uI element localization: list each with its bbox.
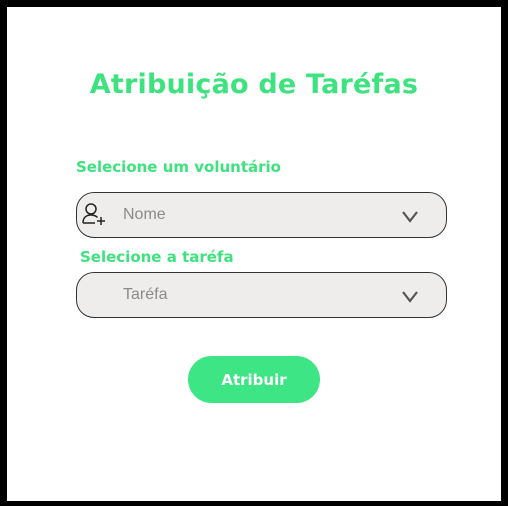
task-select-value: Taréfa (123, 286, 168, 303)
page-title: Atribuição de Taréfas (89, 69, 419, 100)
task-label: Selecione a taréfa (80, 248, 234, 266)
user-add-icon (82, 203, 105, 225)
assignment-card: Atribuição de Taréfas Selecione um volun… (7, 7, 501, 501)
volunteer-select-value: Nome (123, 206, 166, 223)
assign-button[interactable]: Atribuir (188, 356, 320, 403)
volunteer-select[interactable]: Nome (76, 192, 447, 238)
chevron-down-icon (402, 211, 418, 223)
chevron-down-icon (402, 291, 418, 303)
task-select[interactable]: Taréfa (76, 272, 447, 318)
volunteer-label: Selecione um voluntário (76, 158, 281, 176)
